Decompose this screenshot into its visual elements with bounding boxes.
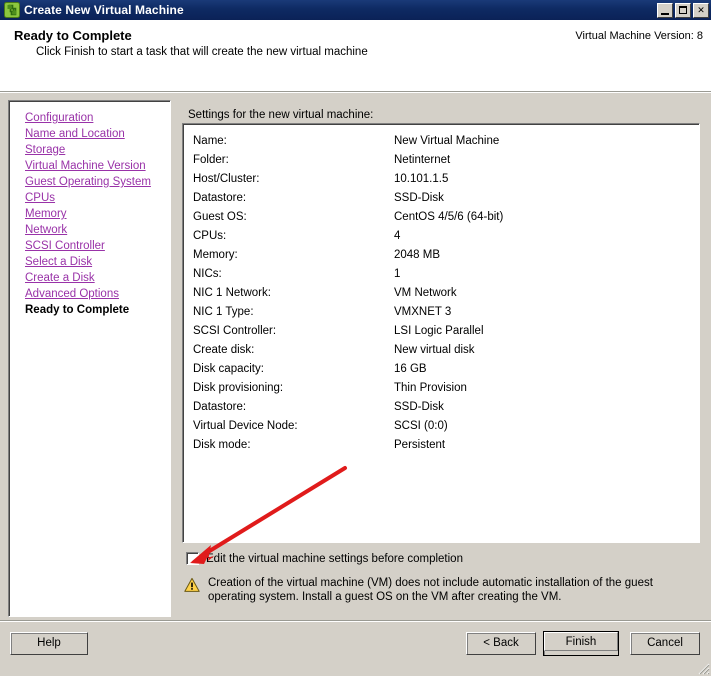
sidebar-item-advanced-options[interactable]: Advanced Options — [9, 286, 170, 302]
edit-settings-checkbox[interactable] — [186, 552, 199, 565]
dialog-header: Ready to Complete Click Finish to start … — [0, 20, 711, 92]
page-subtitle: Click Finish to start a task that will c… — [36, 46, 368, 58]
table-row: Disk capacity: 16 GB — [183, 360, 699, 379]
row-value: New virtual disk — [394, 344, 475, 356]
row-key: Disk provisioning: — [193, 382, 284, 394]
sidebar-item-create-a-disk[interactable]: Create a Disk — [9, 270, 170, 286]
table-row: Datastore: SSD-Disk — [183, 189, 699, 208]
finish-button-label: Finish — [544, 632, 618, 651]
row-key: SCSI Controller: — [193, 325, 277, 337]
row-key: NIC 1 Network: — [193, 287, 271, 299]
sidebar-item-ready-to-complete: Ready to Complete — [25, 304, 130, 316]
warning-triangle-icon — [184, 577, 200, 593]
row-key: Create disk: — [193, 344, 255, 356]
table-row: Disk mode: Persistent — [183, 436, 699, 455]
row-value: 4 — [394, 230, 401, 242]
row-value: 1 — [394, 268, 401, 280]
sidebar-item-name-and-location[interactable]: Name and Location — [9, 126, 170, 142]
edit-settings-option-row: Edit the virtual machine settings before… — [186, 552, 463, 565]
row-value: CentOS 4/5/6 (64-bit) — [394, 211, 504, 223]
row-key: Memory: — [193, 249, 238, 261]
create-new-virtual-machine-dialog: Create New Virtual Machine ✕ Ready to Co… — [0, 0, 711, 676]
row-value: Persistent — [394, 439, 446, 451]
row-key: NIC 1 Type: — [193, 306, 254, 318]
sidebar-item-memory[interactable]: Memory — [9, 206, 170, 222]
table-row: Memory: 2048 MB — [183, 246, 699, 265]
help-button[interactable]: Help — [10, 632, 88, 655]
row-key: Virtual Device Node: — [193, 420, 298, 432]
sidebar-item-storage[interactable]: Storage — [9, 142, 170, 158]
table-row: Virtual Device Node: SCSI (0:0) — [183, 417, 699, 436]
row-key: Host/Cluster: — [193, 173, 260, 185]
row-value: LSI Logic Parallel — [394, 325, 484, 337]
table-row: Disk provisioning: Thin Provision — [183, 379, 699, 398]
title-bar: Create New Virtual Machine ✕ — [0, 0, 711, 20]
row-key: Disk mode: — [193, 439, 251, 451]
table-row: Folder: Netinternet — [183, 151, 699, 170]
row-key: CPUs: — [193, 230, 227, 242]
row-key: Datastore: — [193, 192, 247, 204]
row-key: Name: — [193, 135, 227, 147]
sidebar-item-scsi-controller[interactable]: SCSI Controller — [9, 238, 170, 254]
edit-settings-label[interactable]: Edit the virtual machine settings before… — [206, 553, 463, 565]
vm-box-icon — [4, 2, 20, 18]
row-key: Datastore: — [193, 401, 247, 413]
sidebar-item-configuration[interactable]: Configuration — [9, 110, 170, 126]
sidebar-item-virtual-machine-version[interactable]: Virtual Machine Version — [9, 158, 170, 174]
row-value: Netinternet — [394, 154, 451, 166]
row-value: 16 GB — [394, 363, 427, 375]
row-value: SSD-Disk — [394, 192, 444, 204]
finish-button[interactable]: Finish — [543, 631, 619, 656]
sidebar-item-guest-operating-system[interactable]: Guest Operating System — [9, 174, 170, 190]
table-row: NICs: 1 — [183, 265, 699, 284]
sidebar-item-network[interactable]: Network — [9, 222, 170, 238]
row-key: NICs: — [193, 268, 222, 280]
row-key: Disk capacity: — [193, 363, 264, 375]
row-key: Folder: — [193, 154, 229, 166]
footer-divider — [0, 620, 711, 622]
warning-text: Creation of the virtual machine (VM) doe… — [208, 577, 653, 603]
row-key: Guest OS: — [193, 211, 247, 223]
warning-message: Creation of the virtual machine (VM) doe… — [184, 576, 696, 604]
table-row: Name: New Virtual Machine — [183, 132, 699, 151]
vm-version-label: Virtual Machine Version: 8 — [575, 30, 703, 42]
cancel-button[interactable]: Cancel — [630, 632, 700, 655]
sidebar-item-cpus[interactable]: CPUs — [9, 190, 170, 206]
minimize-button[interactable] — [657, 2, 673, 18]
maximize-button[interactable] — [675, 2, 691, 18]
sidebar-item-select-a-disk[interactable]: Select a Disk — [9, 254, 170, 270]
table-row: SCSI Controller: LSI Logic Parallel — [183, 322, 699, 341]
close-icon[interactable]: ✕ — [693, 2, 709, 18]
dialog-footer: Help < Back Finish Cancel — [0, 620, 711, 676]
row-value: New Virtual Machine — [394, 135, 500, 147]
row-value: VMXNET 3 — [394, 306, 452, 318]
row-value: 2048 MB — [394, 249, 441, 261]
wizard-step-list: Configuration Name and Location Storage … — [8, 100, 171, 617]
row-value: 10.101.1.5 — [394, 173, 449, 185]
row-value: VM Network — [394, 287, 457, 299]
row-value: Thin Provision — [394, 382, 467, 394]
table-row: Datastore: SSD-Disk — [183, 398, 699, 417]
settings-summary-panel: Name: New Virtual Machine Folder: Netint… — [182, 123, 700, 543]
table-row: Guest OS: CentOS 4/5/6 (64-bit) — [183, 208, 699, 227]
table-row: NIC 1 Network: VM Network — [183, 284, 699, 303]
table-row: Host/Cluster: 10.101.1.5 — [183, 170, 699, 189]
window-title: Create New Virtual Machine — [24, 3, 184, 17]
resize-grip[interactable] — [696, 661, 710, 675]
table-row: NIC 1 Type: VMXNET 3 — [183, 303, 699, 322]
row-value: SSD-Disk — [394, 401, 444, 413]
page-title: Ready to Complete — [14, 28, 132, 43]
back-button[interactable]: < Back — [466, 632, 536, 655]
settings-summary-label: Settings for the new virtual machine: — [188, 109, 374, 121]
table-row: Create disk: New virtual disk — [183, 341, 699, 360]
dialog-body: Configuration Name and Location Storage … — [0, 93, 711, 620]
row-value: SCSI (0:0) — [394, 420, 448, 432]
table-row: CPUs: 4 — [183, 227, 699, 246]
